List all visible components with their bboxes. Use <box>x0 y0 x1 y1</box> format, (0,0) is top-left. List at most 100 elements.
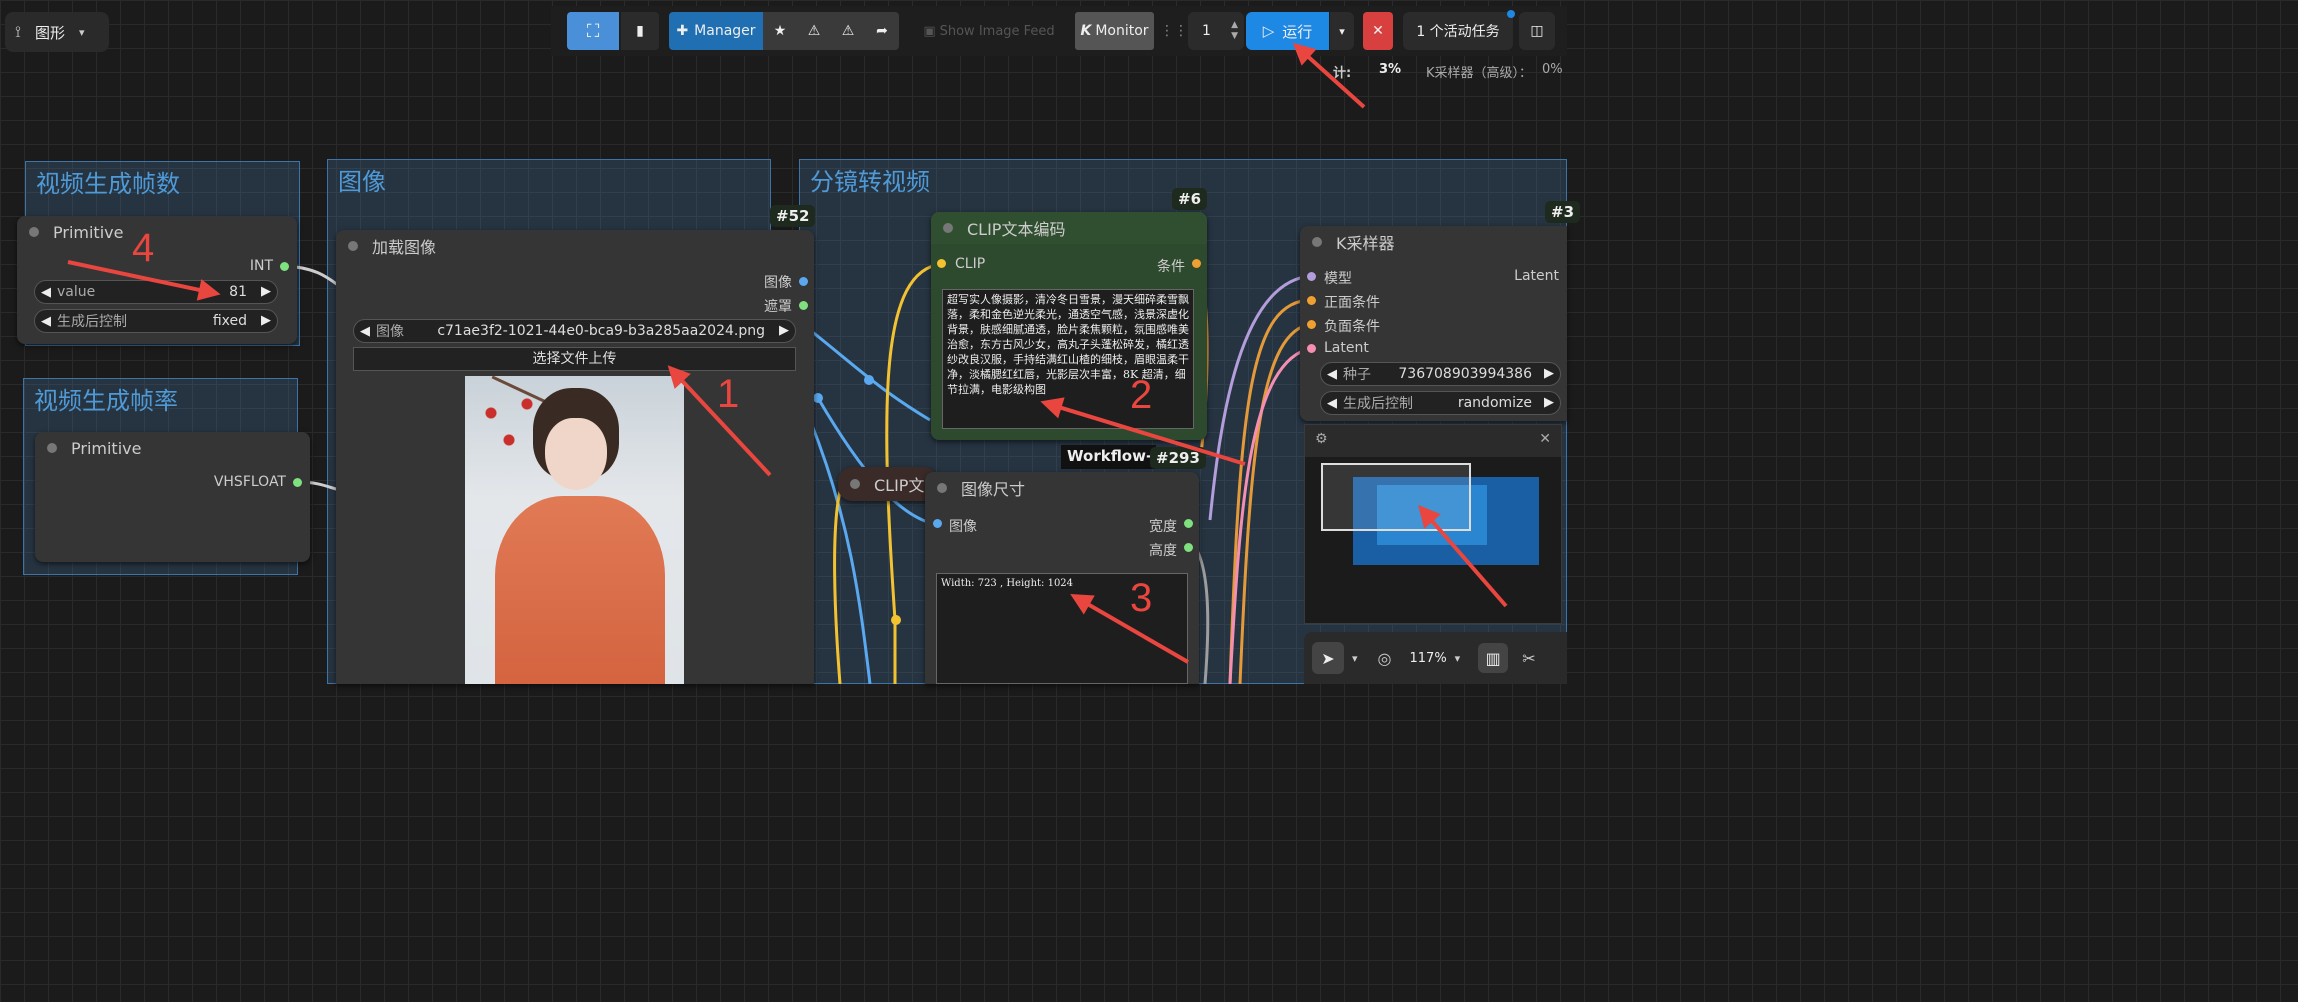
settings-icon[interactable]: ⚙ <box>1315 431 1328 447</box>
bookmark-button[interactable]: ▮ <box>621 12 659 50</box>
zoom-level[interactable]: 117% <box>1410 651 1447 666</box>
output-pin[interactable] <box>1192 259 1201 268</box>
value: 81 <box>229 284 247 300</box>
output-pin[interactable] <box>293 478 302 487</box>
increment-icon[interactable]: ▶ <box>1544 395 1554 411</box>
image-size-node[interactable]: 图像尺寸 图像 宽度 高度 Width: 723 , Height: 1024 <box>925 472 1199 684</box>
clip-text-encode-node[interactable]: CLIP文本编码 CLIP 条件 超写实人像摄影，清冷冬日雪景，漫天细碎柔雪飘落… <box>931 212 1207 440</box>
comfy-logo-icon: ⛶ <box>586 20 600 42</box>
batch-count-input[interactable]: 1 ▲ ▼ <box>1188 12 1244 50</box>
model-button[interactable]: ⚠ <box>797 12 831 50</box>
input-pin[interactable] <box>933 519 942 528</box>
node-title: CLIP文 <box>874 476 925 495</box>
select-tool-button[interactable]: ➤ <box>1312 642 1344 674</box>
node-status-dot <box>348 241 358 251</box>
input-pin[interactable] <box>1307 344 1316 353</box>
node-status-dot <box>47 443 57 453</box>
seed-widget[interactable]: ◀ 种子 736708903994386 ▶ <box>1320 362 1561 386</box>
node-status-dot <box>937 483 947 493</box>
comfy-logo-button[interactable]: ⛶ <box>567 12 619 50</box>
fit-view-icon[interactable]: ◎ <box>1378 649 1392 668</box>
run-options-button[interactable]: ▾ <box>1330 12 1354 50</box>
input-pin[interactable] <box>937 259 946 268</box>
monitor-label: Monitor <box>1095 23 1149 39</box>
stepper-icon[interactable]: ▲ ▼ <box>1231 20 1238 42</box>
node-status-dot <box>850 479 860 489</box>
output-pin[interactable] <box>1184 543 1193 552</box>
control-after-generate-widget[interactable]: ◀ 生成后控制 fixed ▶ <box>34 309 278 333</box>
output-pin[interactable] <box>1184 519 1193 528</box>
output-image: 图像 <box>764 275 792 291</box>
active-tasks-label: 1 个活动任务 <box>1416 24 1500 40</box>
node-title: Primitive <box>53 222 124 242</box>
chevron-down-icon[interactable]: ▾ <box>1352 652 1358 665</box>
decrement-icon[interactable]: ◀ <box>41 285 51 300</box>
increment-icon[interactable]: ▶ <box>261 284 271 300</box>
monitor-button[interactable]: K Monitor <box>1075 12 1154 50</box>
output-pin[interactable] <box>799 301 808 310</box>
cancel-button[interactable]: ✕ <box>1363 12 1393 50</box>
increment-icon[interactable]: ▶ <box>261 313 271 329</box>
link-visibility-icon[interactable]: ✂ <box>1522 649 1535 668</box>
image-select-widget[interactable]: ◀ 图像 c71ae3f2-1021-44e0-bca9-b3a285aa2024.… <box>353 319 796 343</box>
output-vhsfloat: VHSFLOAT <box>213 474 286 490</box>
manager-button[interactable]: ✚ Manager <box>669 12 763 50</box>
load-image-node[interactable]: 加载图像 图像 遮罩 ◀ 图像 c71ae3f2-1021-44e0-bca9-b3… <box>336 230 814 684</box>
input-negative: 负面条件 <box>1324 319 1380 335</box>
control-label: 生成后控制 <box>1343 396 1413 412</box>
output-mask: 遮罩 <box>764 299 792 315</box>
model-icon: ⚠ <box>807 23 821 39</box>
annotation-number: 4 <box>132 226 155 270</box>
model2-icon: ⚠ <box>841 23 855 39</box>
input-pin[interactable] <box>1307 272 1316 281</box>
seed-label: 种子 <box>1343 367 1371 383</box>
graph-menu[interactable]: ⟟ 图形 ▾ <box>5 12 109 52</box>
minimap-viewport[interactable] <box>1321 463 1471 531</box>
star-button[interactable]: ★ <box>763 12 797 50</box>
panel-icon: ◫ <box>1530 23 1544 39</box>
decrement-icon[interactable]: ◀ <box>360 324 370 339</box>
output-latent: Latent <box>1514 268 1559 284</box>
output-int: INT <box>249 258 273 274</box>
close-icon[interactable]: ✕ <box>1539 431 1551 447</box>
output-pin[interactable] <box>799 277 808 286</box>
control-after-generate-widget[interactable]: ◀ 生成后控制 randomize ▶ <box>1320 391 1561 415</box>
control-label: 生成后控制 <box>57 314 127 330</box>
node-title: CLIP文本编码 <box>967 220 1066 239</box>
value-label: value <box>57 284 96 300</box>
model2-button[interactable]: ⚠ <box>831 12 865 50</box>
primitive-node-2[interactable]: Primitive VHSFLOAT <box>35 432 310 562</box>
node-status-dot <box>943 223 953 233</box>
image-filename: c71ae3f2-1021-44e0-bca9-b3a285aa2024.png <box>437 323 765 339</box>
output-pin[interactable] <box>280 262 289 271</box>
run-button[interactable]: ▷ 运行 <box>1246 12 1329 50</box>
ksampler-node[interactable]: K采样器 模型 Latent 正面条件 负面条件 Latent ◀ 种子 73670… <box>1300 226 1567 421</box>
show-image-feed-button[interactable]: ▣ Show Image Feed <box>909 12 1069 50</box>
input-image: 图像 <box>949 519 977 535</box>
canvas-toolbar: ➤ ▾ ◎ 117% ▾ ▥ ✂ <box>1304 632 1567 684</box>
increment-icon[interactable]: ▶ <box>779 323 789 339</box>
toggle-panel-button[interactable]: ◫ <box>1519 12 1555 50</box>
chevron-down-icon: ▾ <box>1339 24 1345 38</box>
value-widget[interactable]: ◀ value 81 ▶ <box>34 280 278 304</box>
decrement-icon[interactable]: ◀ <box>1327 396 1337 411</box>
share-button[interactable]: ➦ <box>865 12 899 50</box>
output-height: 高度 <box>1149 543 1177 559</box>
image-preview <box>465 376 684 684</box>
chevron-down-icon[interactable]: ▾ <box>1455 652 1461 665</box>
minimap-canvas[interactable] <box>1305 457 1561 623</box>
active-tasks-button[interactable]: 1 个活动任务 <box>1403 10 1515 50</box>
upload-button[interactable]: 选择文件上传 <box>353 347 796 371</box>
increment-icon[interactable]: ▶ <box>1544 366 1554 382</box>
input-pin[interactable] <box>1307 296 1316 305</box>
clip-text-encode-node-2[interactable]: CLIP文 <box>838 467 938 501</box>
bookmark-icon: ▮ <box>636 23 644 39</box>
map-icon[interactable]: ▥ <box>1478 643 1509 673</box>
decrement-icon[interactable]: ◀ <box>41 314 51 329</box>
puzzle-icon: ✚ <box>676 23 689 39</box>
input-pin[interactable] <box>1307 320 1316 329</box>
workflow-node-title[interactable]: Workflow-E <box>1061 445 1156 469</box>
drag-handle-icon[interactable]: ⋮⋮ <box>1160 12 1188 50</box>
annotation-number: 2 <box>1130 373 1153 417</box>
decrement-icon[interactable]: ◀ <box>1327 367 1337 382</box>
